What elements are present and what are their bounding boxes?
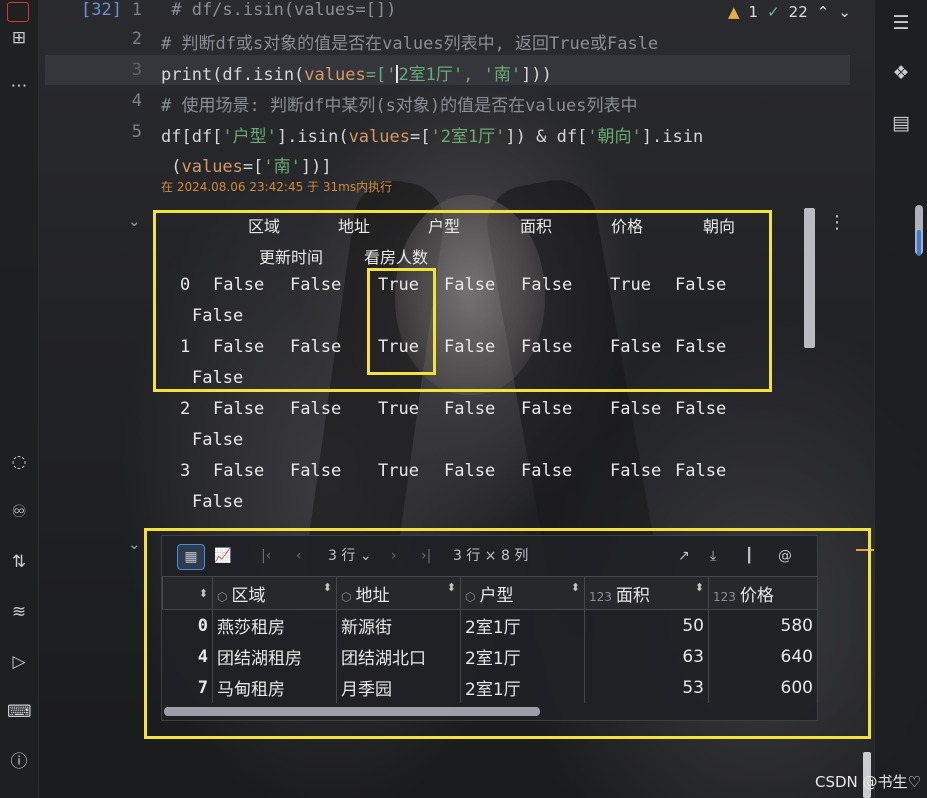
line-number: 1	[131, 0, 142, 20]
layers-icon[interactable]: ≋	[7, 600, 31, 624]
editor-gutter: [32] 1 2 3 4 5	[38, 0, 150, 195]
structure-icon[interactable]: ⊞	[7, 26, 31, 50]
output-cell: False	[213, 461, 265, 481]
output-row-index: 3	[180, 461, 191, 481]
execution-info: 在 2024.08.06 23:42:45 于 31ms内执行	[161, 180, 393, 194]
code-line-3: print(df.isin(values=[' 2室1厅', '南']))	[161, 65, 552, 85]
ai-assistant-icon[interactable]: ❖	[888, 60, 914, 86]
execution-count: [32]	[81, 0, 122, 20]
line-number: 5	[131, 122, 142, 142]
run-console-icon[interactable]: ◌	[7, 450, 31, 474]
output-cell: False	[675, 399, 727, 419]
output-scrollbar[interactable]	[804, 208, 815, 348]
prev-highlight-icon[interactable]: ⌃	[817, 3, 830, 21]
output-cell: False	[675, 461, 727, 481]
output-cell: False	[444, 399, 496, 419]
output-row-index: 2	[180, 399, 191, 419]
output-cell: False	[290, 461, 342, 481]
code-cell[interactable]: # df/s.isin(values=[]) # 判断df或s对象的值是否在va…	[150, 0, 850, 195]
inspection-widget[interactable]: ▲ 1 ✓ 22 ⌃ ⌄	[728, 0, 851, 24]
notifications-icon[interactable]: ▤	[888, 110, 914, 136]
output-cell: False	[610, 399, 662, 419]
highlight-box-true-column	[367, 268, 436, 375]
problems-icon[interactable]: ⓘ	[7, 750, 31, 774]
highlight-box-table	[144, 528, 871, 739]
check-count: 22	[788, 3, 808, 21]
window-square-icon[interactable]	[7, 2, 29, 22]
check-icon: ✓	[767, 3, 780, 21]
left-tool-stripe: ⊞ ⋯ ◌ ♾ ⇅ ≋ ▷ ⌨ ⓘ	[0, 0, 39, 798]
code-line-4: # 使用场景: 判断df中某列(s对象)的值是否在values列表中	[161, 96, 638, 116]
code-line-5-wrap: (values=['南'])]	[161, 157, 332, 177]
terminal-icon[interactable]: ⌨	[7, 700, 32, 724]
output-cell: False	[521, 461, 573, 481]
warning-icon: ▲	[728, 3, 740, 21]
right-tool-stripe: ☰ ❖ ▤	[874, 0, 927, 798]
code-line-5: df[df['户型'].isin(values=['2室1厅']) & df['…	[161, 127, 704, 147]
next-highlight-icon[interactable]: ⌄	[838, 3, 851, 21]
database-icon[interactable]: ☰	[888, 10, 914, 36]
code-line-2: # 判断df或s对象的值是否在values列表中, 返回True或Fasle	[161, 34, 659, 54]
highlight-box-output	[153, 210, 772, 392]
output-cell: True	[378, 461, 419, 481]
output-cell: False	[290, 399, 342, 419]
git-icon[interactable]: ⇅	[7, 550, 31, 574]
watermark: CSDN @书生♡	[815, 773, 921, 791]
code-line-1: # df/s.isin(values=[])	[161, 0, 397, 20]
output-cell: False	[444, 461, 496, 481]
warning-count: 1	[748, 3, 759, 21]
collapse-output-chevron-icon[interactable]: ⌄	[128, 212, 141, 230]
services-icon[interactable]: ▷	[7, 650, 31, 674]
output-cell: True	[378, 399, 419, 419]
output-cell: False	[213, 399, 265, 419]
more-icon[interactable]: ⋯	[7, 74, 31, 98]
scroll-position-marker	[917, 230, 921, 256]
line-number: 4	[131, 91, 142, 111]
output-menu-icon[interactable]: ⋮	[828, 212, 846, 233]
output-cell-wrapped: False	[192, 430, 244, 450]
output-cell: False	[610, 461, 662, 481]
output-cell-wrapped: False	[192, 492, 244, 512]
collapse-table-chevron-icon[interactable]: ⌄	[128, 535, 141, 553]
line-number: 2	[131, 29, 142, 49]
python-icon[interactable]: ♾	[7, 500, 31, 524]
output-cell: False	[521, 399, 573, 419]
